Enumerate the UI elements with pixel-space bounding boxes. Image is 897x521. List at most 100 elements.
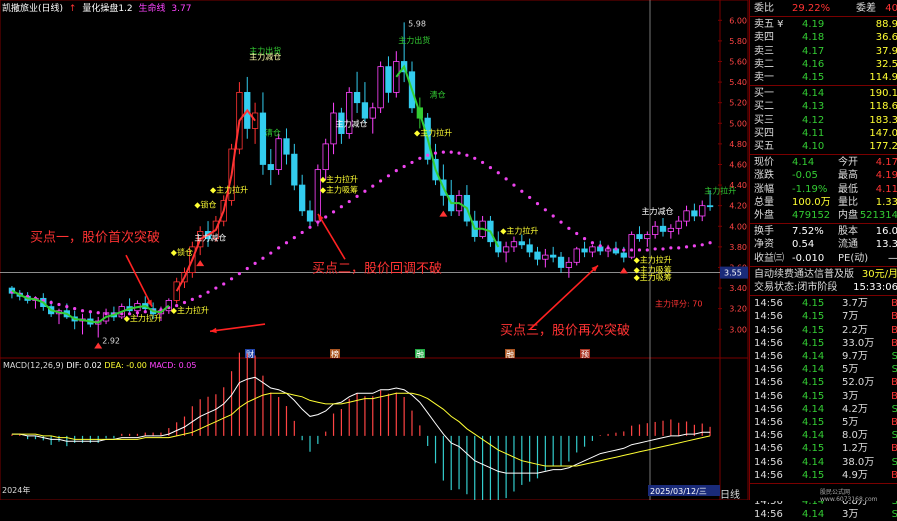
- lifeline-dot: [57, 302, 61, 307]
- finance-row-cell: 0.54: [792, 239, 815, 251]
- candle-body: [267, 164, 274, 171]
- candle-body: [691, 210, 698, 217]
- lifeline-dot: [222, 282, 226, 286]
- finance-row-cell: 股本: [838, 226, 858, 238]
- ask-row[interactable]: 卖一 4.15 114.9: [750, 71, 897, 84]
- finance-row-cell: 流通: [838, 239, 858, 251]
- tick-row[interactable]: 14:56 4.15 5万 B: [750, 416, 897, 429]
- candle-body: [299, 184, 306, 212]
- tick-row[interactable]: 14:56 4.14 4.2万 S: [750, 403, 897, 416]
- lifeline-dot: [355, 194, 359, 199]
- order-ratio-row[interactable]: 委比 29.22% 委差 40: [750, 2, 897, 15]
- lifeline-dot: [418, 156, 422, 160]
- ask-row[interactable]: 卖二 4.16 32.5: [750, 58, 897, 71]
- bid-row[interactable]: 买一 4.14 190.1: [750, 87, 897, 100]
- tick-row[interactable]: 14:56 4.14 5万 S: [750, 363, 897, 376]
- bid-row[interactable]: 买五 4.10 177.2: [750, 140, 897, 153]
- tick-row-cell: 14:56: [754, 364, 783, 376]
- finance-row[interactable]: 换手 7.52% 股本 16.0: [750, 225, 897, 238]
- quote-row[interactable]: 涨幅 -1.19% 最低 4.11: [750, 183, 897, 196]
- chart-area[interactable]: 6.005.805.605.405.205.004.804.604.404.20…: [0, 0, 749, 500]
- lifeline-dot: [316, 220, 320, 224]
- lifeline-dot: [402, 164, 406, 169]
- finance-row-cell: 16.0: [875, 226, 897, 238]
- ask-row[interactable]: 卖四 4.18 36.6: [750, 31, 897, 44]
- tick-row[interactable]: 14:56 4.15 7万 B: [750, 310, 897, 323]
- trade-status-row[interactable]: 交易状态:闭市阶段 15:33:06: [750, 281, 897, 294]
- period-tab[interactable]: 日线: [720, 486, 740, 501]
- finance-row-cell: 换手: [754, 226, 774, 238]
- price-tick-label: 4.80: [729, 140, 747, 149]
- lifeline-dot: [386, 174, 391, 178]
- lifeline-dot: [245, 266, 249, 271]
- lifeline-dot: [512, 183, 516, 187]
- tick-row-cell: 5万: [842, 364, 859, 376]
- tick-row-cell: 8.0万: [842, 430, 868, 442]
- quote-row[interactable]: 涨跌 -0.05 最高 4.19: [750, 169, 897, 182]
- candle-body: [385, 66, 392, 93]
- panel-separator: [750, 265, 897, 267]
- panel-separator: [750, 16, 897, 18]
- quote-row[interactable]: 总量 100.0万 量比 1.33: [750, 196, 897, 209]
- lifeline-dot: [339, 205, 343, 209]
- price-tick-label: 3.00: [729, 325, 747, 334]
- order-ratio-row-cell: 委差: [856, 3, 876, 14]
- quote-row[interactable]: 现价 4.14 今开 4.17: [750, 156, 897, 169]
- candle-body: [526, 244, 533, 253]
- lifeline-dot: [496, 171, 500, 175]
- quote-row-cell: 现价: [754, 157, 774, 169]
- lifeline-dot: [206, 290, 210, 294]
- tick-row[interactable]: 14:56 4.15 2.2万 B: [750, 324, 897, 337]
- quote-row-cell: 4.14: [792, 157, 815, 169]
- finance-row-cell: PE(动): [838, 252, 869, 264]
- tick-row[interactable]: 14:56 4.14 8.0万 S: [750, 429, 897, 442]
- tick-row[interactable]: 14:56 4.15 3.7万 B: [750, 297, 897, 310]
- tick-row[interactable]: 14:56 4.14 38.0万 S: [750, 456, 897, 469]
- lifeline-dot: [677, 246, 681, 250]
- ask-row-cell: 37.9: [875, 45, 897, 57]
- tick-row[interactable]: 14:56 4.15 4.9万 B: [750, 469, 897, 482]
- price-tick-label: 4.00: [729, 222, 747, 231]
- lifeline-dot: [645, 248, 649, 252]
- candle-body: [683, 210, 690, 222]
- tick-row-cell: 1.2万: [842, 443, 868, 455]
- high-annotation: 5.98: [408, 19, 426, 28]
- tick-row-cell: 14:56: [754, 377, 783, 389]
- tick-row[interactable]: 14:56 4.14 3万 S: [750, 508, 897, 521]
- bid-row-cell: 183.3: [869, 114, 897, 126]
- finance-row-cell: 净资: [754, 239, 774, 251]
- quote-row[interactable]: 外盘 479152 内盘 521314: [750, 209, 897, 222]
- bid-row[interactable]: 买三 4.12 183.3: [750, 114, 897, 127]
- tick-row-cell: 3万: [842, 509, 859, 521]
- tick-row[interactable]: 14:56 4.15 33.0万 B: [750, 337, 897, 350]
- lifeline-dot: [198, 294, 202, 298]
- quote-row-cell: 521314: [859, 210, 897, 221]
- tick-row[interactable]: 14:56 4.14 9.7万 S: [750, 350, 897, 363]
- tick-row-cell: B: [891, 311, 897, 323]
- promo-row[interactable]: 自动续费通达信普及版 30元/月: [750, 268, 897, 281]
- finance-row[interactable]: 净资 0.54 流通 13.3: [750, 238, 897, 251]
- tick-row-cell: 14:56: [754, 390, 783, 402]
- watermark: 股民公式网 www.6073168.com: [820, 489, 878, 503]
- tick-row[interactable]: 14:56 4.15 3万 B: [750, 390, 897, 403]
- tick-row-cell: 33.0万: [842, 337, 875, 349]
- ask-row[interactable]: 卖五 ¥ 4.19 88.9: [750, 18, 897, 31]
- tick-row-cell: 4.14: [802, 351, 825, 362]
- tick-row[interactable]: 14:56 4.15 52.0万 B: [750, 376, 897, 389]
- lifeline-dot: [347, 199, 351, 204]
- candle-body: [291, 153, 298, 186]
- tick-row[interactable]: 14:56 4.15 1.2万 B: [750, 442, 897, 455]
- bid-row[interactable]: 买四 4.11 147.0: [750, 127, 897, 140]
- finance-row[interactable]: 收益㈢ -0.010 PE(动) —: [750, 252, 897, 265]
- date-cursor-label: 2025/03/12/三: [650, 487, 707, 496]
- signal-label: 清仓: [265, 128, 281, 138]
- signal-label: 主力减仓: [336, 118, 368, 128]
- lifeline-dot: [80, 309, 85, 313]
- tick-row-cell: 14:56: [754, 298, 783, 310]
- ask-row[interactable]: 卖三 4.17 37.9: [750, 45, 897, 58]
- bid-row-cell: 买三: [754, 114, 774, 126]
- candle-body: [377, 66, 384, 109]
- bid-row[interactable]: 买二 4.13 118.6: [750, 100, 897, 113]
- tick-row-cell: B: [891, 337, 897, 349]
- candle-body: [620, 252, 627, 258]
